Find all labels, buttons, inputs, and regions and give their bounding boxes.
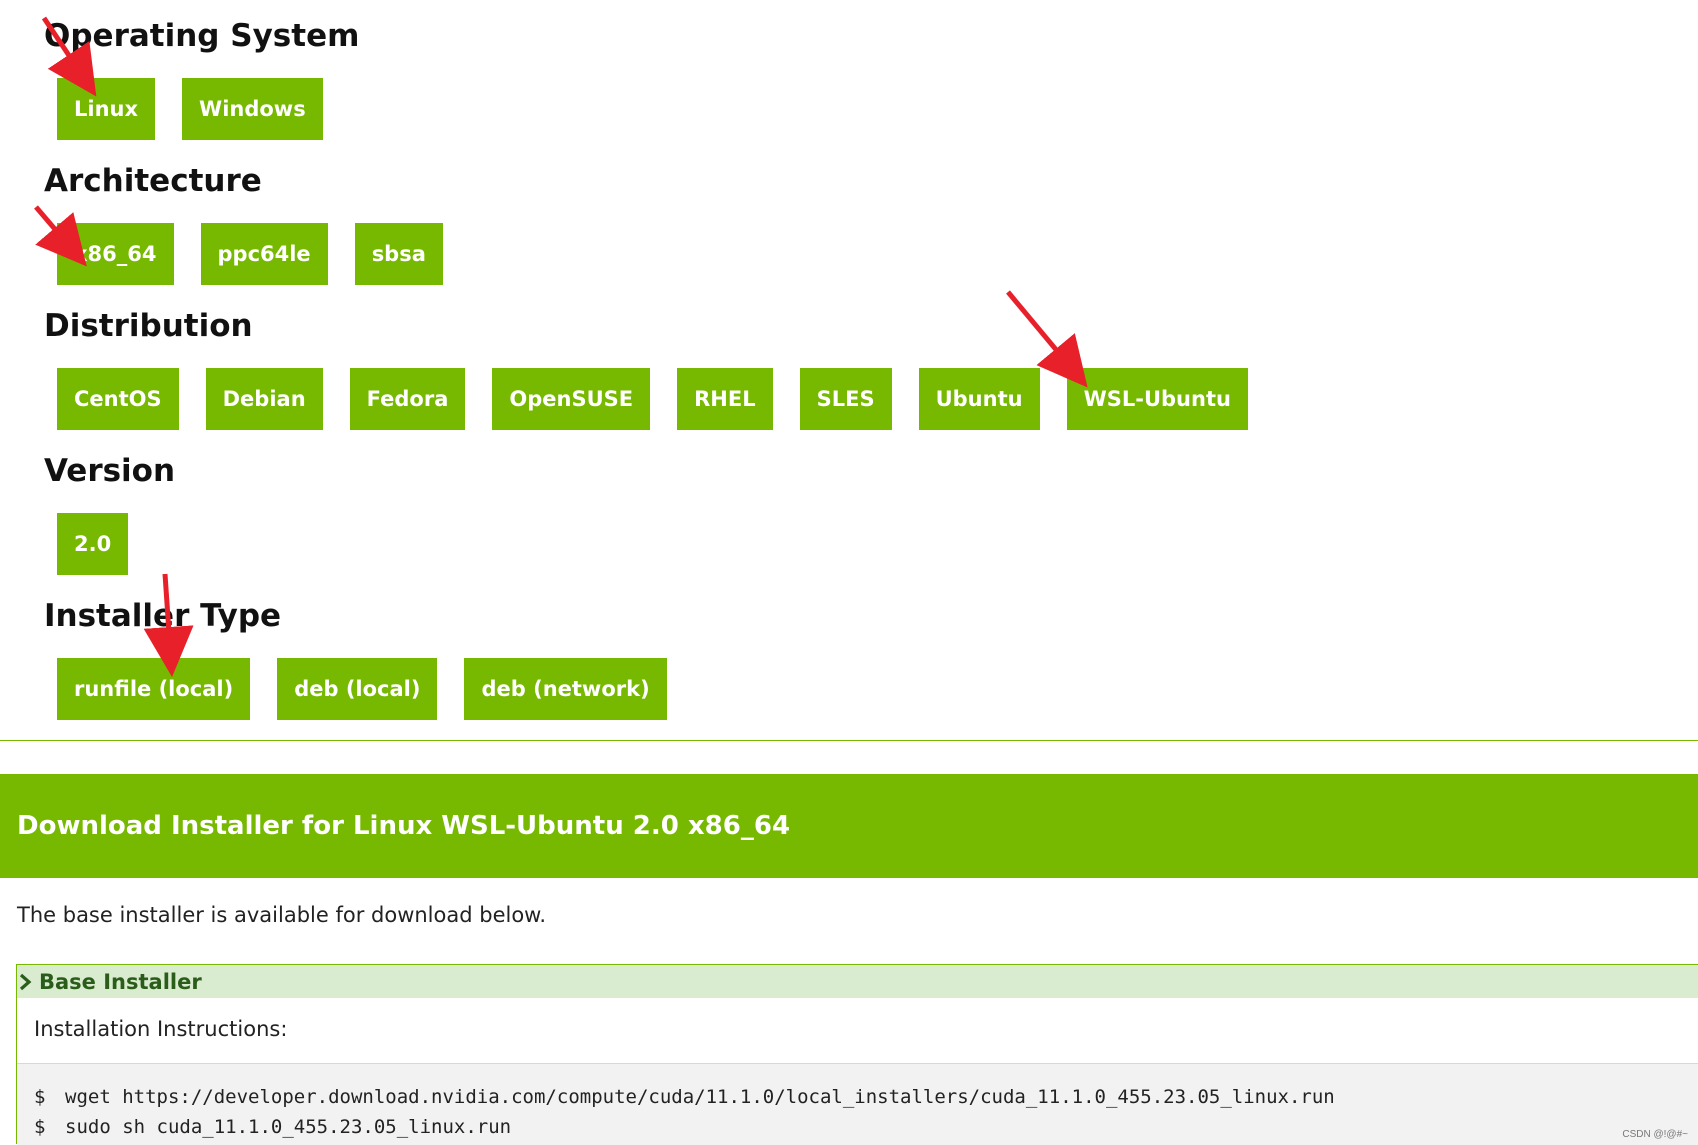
installer-button-deb-network[interactable]: deb (network) bbox=[464, 658, 667, 720]
section-title-os: Operating System bbox=[44, 18, 360, 54]
distro-button-centos[interactable]: CentOS bbox=[57, 368, 179, 430]
download-banner: Download Installer for Linux WSL-Ubuntu … bbox=[0, 774, 1698, 878]
command-text[interactable]: wget https://developer.download.nvidia.c… bbox=[65, 1086, 1335, 1108]
shell-prompt: $ bbox=[34, 1086, 46, 1108]
base-installer-toggle[interactable]: Base Installer bbox=[17, 965, 1698, 998]
os-button-windows[interactable]: Windows bbox=[182, 78, 323, 140]
arch-button-x86_64[interactable]: x86_64 bbox=[57, 223, 174, 285]
command-block[interactable]: $ wget https://developer.download.nvidia… bbox=[17, 1063, 1698, 1145]
section-title-version: Version bbox=[44, 453, 176, 489]
version-button-2-0[interactable]: 2.0 bbox=[57, 513, 129, 575]
arch-button-ppc64le[interactable]: ppc64le bbox=[200, 223, 328, 285]
distro-button-debian[interactable]: Debian bbox=[205, 368, 323, 430]
architecture-options: x86_64 ppc64le sbsa bbox=[57, 223, 443, 285]
installation-instructions-label: Installation Instructions: bbox=[34, 1017, 288, 1041]
distro-button-opensuse[interactable]: OpenSUSE bbox=[492, 368, 651, 430]
distro-button-ubuntu[interactable]: Ubuntu bbox=[918, 368, 1040, 430]
distro-button-wsl-ubuntu[interactable]: WSL-Ubuntu bbox=[1066, 368, 1248, 430]
os-button-linux[interactable]: Linux bbox=[57, 78, 156, 140]
section-title-architecture: Architecture bbox=[44, 163, 262, 199]
base-installer-panel: Base Installer Installation Instructions… bbox=[16, 964, 1698, 1145]
os-options: Linux Windows bbox=[57, 78, 323, 140]
section-divider bbox=[0, 740, 1698, 741]
chevron-right-icon bbox=[19, 973, 32, 990]
base-installer-label: Base Installer bbox=[39, 969, 202, 994]
version-options: 2.0 bbox=[57, 513, 129, 575]
command-line[interactable]: $ sudo sh cuda_11.1.0_455.23.05_linux.ru… bbox=[17, 1112, 1698, 1142]
arch-button-sbsa[interactable]: sbsa bbox=[354, 223, 443, 285]
distribution-options: CentOS Debian Fedora OpenSUSE RHEL SLES … bbox=[57, 368, 1248, 430]
arrow-icon bbox=[1006, 290, 1088, 388]
distro-button-fedora[interactable]: Fedora bbox=[349, 368, 466, 430]
watermark: CSDN @!@#~ bbox=[1622, 1129, 1688, 1140]
distro-button-sles[interactable]: SLES bbox=[799, 368, 892, 430]
section-title-installer-type: Installer Type bbox=[44, 598, 282, 634]
distro-button-rhel[interactable]: RHEL bbox=[677, 368, 773, 430]
installer-button-runfile-local[interactable]: runfile (local) bbox=[57, 658, 251, 720]
download-banner-title: Download Installer for Linux WSL-Ubuntu … bbox=[17, 811, 791, 841]
command-text[interactable]: sudo sh cuda_11.1.0_455.23.05_linux.run bbox=[65, 1116, 511, 1138]
section-title-distribution: Distribution bbox=[44, 308, 253, 344]
base-installer-description: The base installer is available for down… bbox=[17, 903, 547, 927]
command-line[interactable]: $ wget https://developer.download.nvidia… bbox=[17, 1082, 1698, 1112]
installer-type-options: runfile (local) deb (local) deb (network… bbox=[57, 658, 667, 720]
installer-button-deb-local[interactable]: deb (local) bbox=[277, 658, 438, 720]
shell-prompt: $ bbox=[34, 1116, 46, 1138]
